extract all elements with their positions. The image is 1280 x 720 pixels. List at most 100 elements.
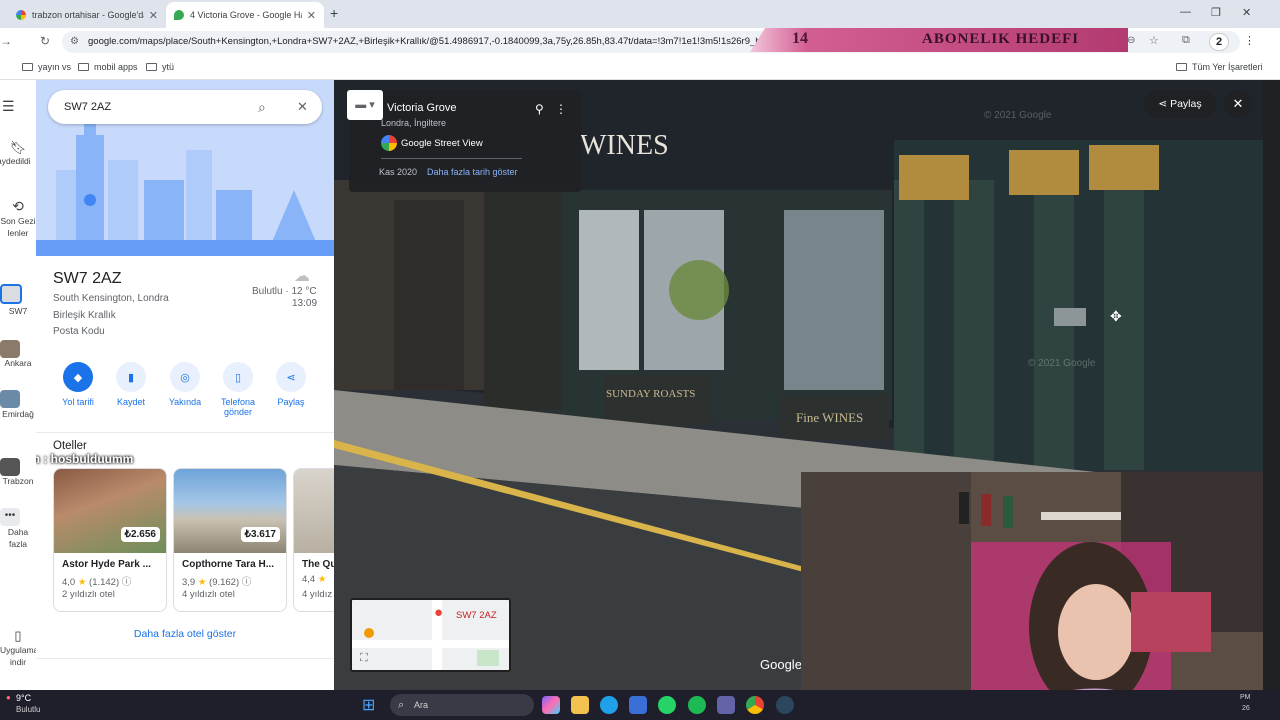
menu-kebab-icon[interactable]: ⋮	[1244, 34, 1255, 47]
weather-summary: Bulutlu · 12 °C	[252, 286, 317, 297]
search-icon: ⌕	[398, 699, 405, 711]
all-bookmarks[interactable]: Tüm Yer İşaretleri	[1176, 62, 1263, 72]
star-bookmark-icon[interactable]: ☆	[1149, 34, 1159, 47]
maps-left-rail: ☰ 🔖︎ Kaydedildi ⟲ Son Gezilenler SW7 Ank…	[0, 80, 45, 690]
rating-value: 3,9	[182, 577, 196, 588]
bookmark-folder[interactable]: yayın vs	[22, 62, 71, 72]
action-label: Kaydet	[116, 397, 146, 407]
chrome-icon[interactable]	[746, 696, 764, 714]
share-button[interactable]: ⋖ Paylaş	[1144, 90, 1216, 118]
street-view-minimap[interactable]: ● SW7 2AZ ⛶	[350, 598, 511, 672]
expand-map-icon[interactable]: ⛶	[360, 652, 368, 665]
site-info-icon[interactable]: ⚙	[70, 31, 79, 53]
hotel-card[interactable]: The Qu 4,4 ★ 4 yıldız	[293, 468, 334, 612]
close-window-icon[interactable]: ✕	[1242, 6, 1251, 19]
rail-item-recent[interactable]: ⟲ Son Gezilenler	[0, 198, 36, 239]
clock-time[interactable]: PM	[1240, 694, 1251, 701]
bookmarks-bar: yayın vs mobil apps ytü Tüm Yer İşaretle…	[0, 56, 1280, 80]
tab-google-search[interactable]: trabzon ortahisar - Google'da A ✕	[8, 2, 166, 28]
info-icon[interactable]: ⓘ	[122, 577, 132, 588]
more-options-icon[interactable]: ⋮	[555, 102, 567, 116]
hotel-price: ₺2.656	[120, 527, 160, 542]
close-tab-icon[interactable]: ✕	[307, 9, 316, 22]
rail-item-more[interactable]: ••• Daha fazla	[0, 508, 36, 550]
hotel-class: 4 yıldızlı otel	[182, 589, 235, 600]
folder-icon	[22, 63, 33, 71]
search-icon[interactable]: ⌕	[258, 90, 266, 124]
google-logo: Google	[760, 657, 802, 672]
search-placeholder: Ara	[414, 700, 429, 710]
windows-start-icon[interactable]: ⊞	[362, 695, 375, 715]
store-icon[interactable]	[629, 696, 647, 714]
steam-icon[interactable]	[776, 696, 794, 714]
file-explorer-icon[interactable]	[571, 696, 589, 714]
weather-temp: 12 °C	[291, 286, 317, 297]
taskbar-weather-temp[interactable]: 9°C	[16, 693, 31, 703]
save-button[interactable]: ▮ Kaydet	[106, 362, 156, 407]
profile-avatar[interactable]: 2	[1209, 33, 1229, 51]
more-hotels-link[interactable]: Daha fazla otel göster	[36, 628, 334, 640]
address-line: South Kensington, Londra	[53, 293, 169, 304]
minimap-label: SW7 2AZ	[456, 610, 497, 621]
more-icon: •••	[0, 508, 20, 526]
info-icon[interactable]: ⓘ	[242, 577, 252, 588]
close-tab-icon[interactable]: ✕	[149, 9, 158, 22]
hotels-heading: Oteller	[53, 440, 87, 452]
rail-item-sw7[interactable]: SW7	[0, 284, 36, 316]
star-icon: ★	[317, 574, 327, 585]
spotify-icon[interactable]	[688, 696, 706, 714]
star-icon: ★	[77, 577, 87, 588]
place-side-panel: SW7 2AZ ⌕ ✕ SW7 2AZ South Kensington, Lo…	[36, 80, 334, 690]
rail-label: SW7	[8, 306, 28, 316]
local-time: 13:09	[292, 298, 318, 309]
close-icon: ✕	[1232, 96, 1244, 111]
new-tab-button[interactable]: +	[330, 5, 338, 21]
share-button[interactable]: ⋖ Paylaş	[266, 362, 316, 407]
browser-tab-bar: trabzon ortahisar - Google'da A ✕ 4 Vict…	[0, 0, 1280, 28]
bookmark-icon: ▮	[116, 362, 146, 392]
imagery-toggle-button[interactable]: ▬ ▾	[347, 90, 383, 120]
bookmark-folder[interactable]: mobil apps	[78, 62, 138, 72]
hotel-photo	[294, 469, 334, 553]
city-illustration: SW7 2AZ ⌕ ✕	[36, 80, 334, 256]
address-line: Birleşik Krallık	[53, 310, 116, 321]
hotel-rating: 4,0 ★ (1.142) ⓘ	[62, 574, 131, 588]
close-street-view-button[interactable]: ✕	[1224, 90, 1252, 118]
forward-icon[interactable]: →	[0, 34, 12, 48]
url-text: google.com/maps/place/South+Kensington,+…	[88, 36, 778, 47]
rail-item-emirdag[interactable]: Emirdağ	[0, 390, 36, 420]
extensions-icon[interactable]: ⧉	[1182, 34, 1190, 47]
address-line: Posta Kodu	[53, 326, 105, 337]
more-dates-link[interactable]: Daha fazla tarih göster	[427, 167, 518, 177]
hotel-card[interactable]: ₺3.617 Copthorne Tara H... 3,9 ★ (9.162)…	[173, 468, 287, 612]
history-icon: ⟲	[12, 198, 24, 214]
whatsapp-icon[interactable]	[658, 696, 676, 714]
maximize-icon[interactable]: ❐	[1211, 6, 1221, 19]
hotel-card[interactable]: ₺2.656 Astor Hyde Park ... 4,0 ★ (1.142)…	[53, 468, 167, 612]
nearby-button[interactable]: ◎ Yakında	[160, 362, 210, 407]
location-pin-icon[interactable]: ⚲	[535, 102, 544, 116]
bookmark-folder[interactable]: ytü	[146, 62, 174, 72]
search-input[interactable]: SW7 2AZ ⌕ ✕	[48, 90, 322, 124]
clear-search-icon[interactable]: ✕	[297, 90, 308, 124]
edge-browser-icon[interactable]	[600, 696, 618, 714]
place-thumbnail	[0, 390, 20, 408]
weather-condition: Bulutlu	[252, 286, 283, 297]
send-to-phone-button[interactable]: ▯ Telefona gönder	[213, 362, 263, 417]
taskbar-search-input[interactable]: ⌕ Ara	[390, 694, 534, 716]
map-pin-icon: ●	[434, 604, 444, 621]
teams-icon[interactable]	[717, 696, 735, 714]
tab-google-maps[interactable]: 4 Victoria Grove - Google Harit ✕	[166, 2, 324, 28]
minimize-icon[interactable]: —	[1180, 6, 1191, 18]
provider-name: Google Street View	[401, 138, 483, 149]
rail-item-get-app[interactable]: ▯ Uygulamayı indir	[0, 628, 45, 668]
reload-icon[interactable]: ↻	[40, 34, 50, 48]
rail-item-saved[interactable]: 🔖︎ Kaydedildi	[0, 140, 36, 166]
zoom-icon[interactable]: ⊖	[1127, 35, 1135, 46]
place-title: SW7 2AZ	[53, 270, 122, 287]
copilot-icon[interactable]	[542, 696, 560, 714]
rail-item-trabzon[interactable]: Trabzon	[0, 458, 36, 486]
rail-item-ankara[interactable]: Ankara	[0, 340, 36, 368]
directions-button[interactable]: ◆ Yol tarifi	[53, 362, 103, 407]
menu-hamburger-icon[interactable]: ☰	[2, 98, 15, 115]
